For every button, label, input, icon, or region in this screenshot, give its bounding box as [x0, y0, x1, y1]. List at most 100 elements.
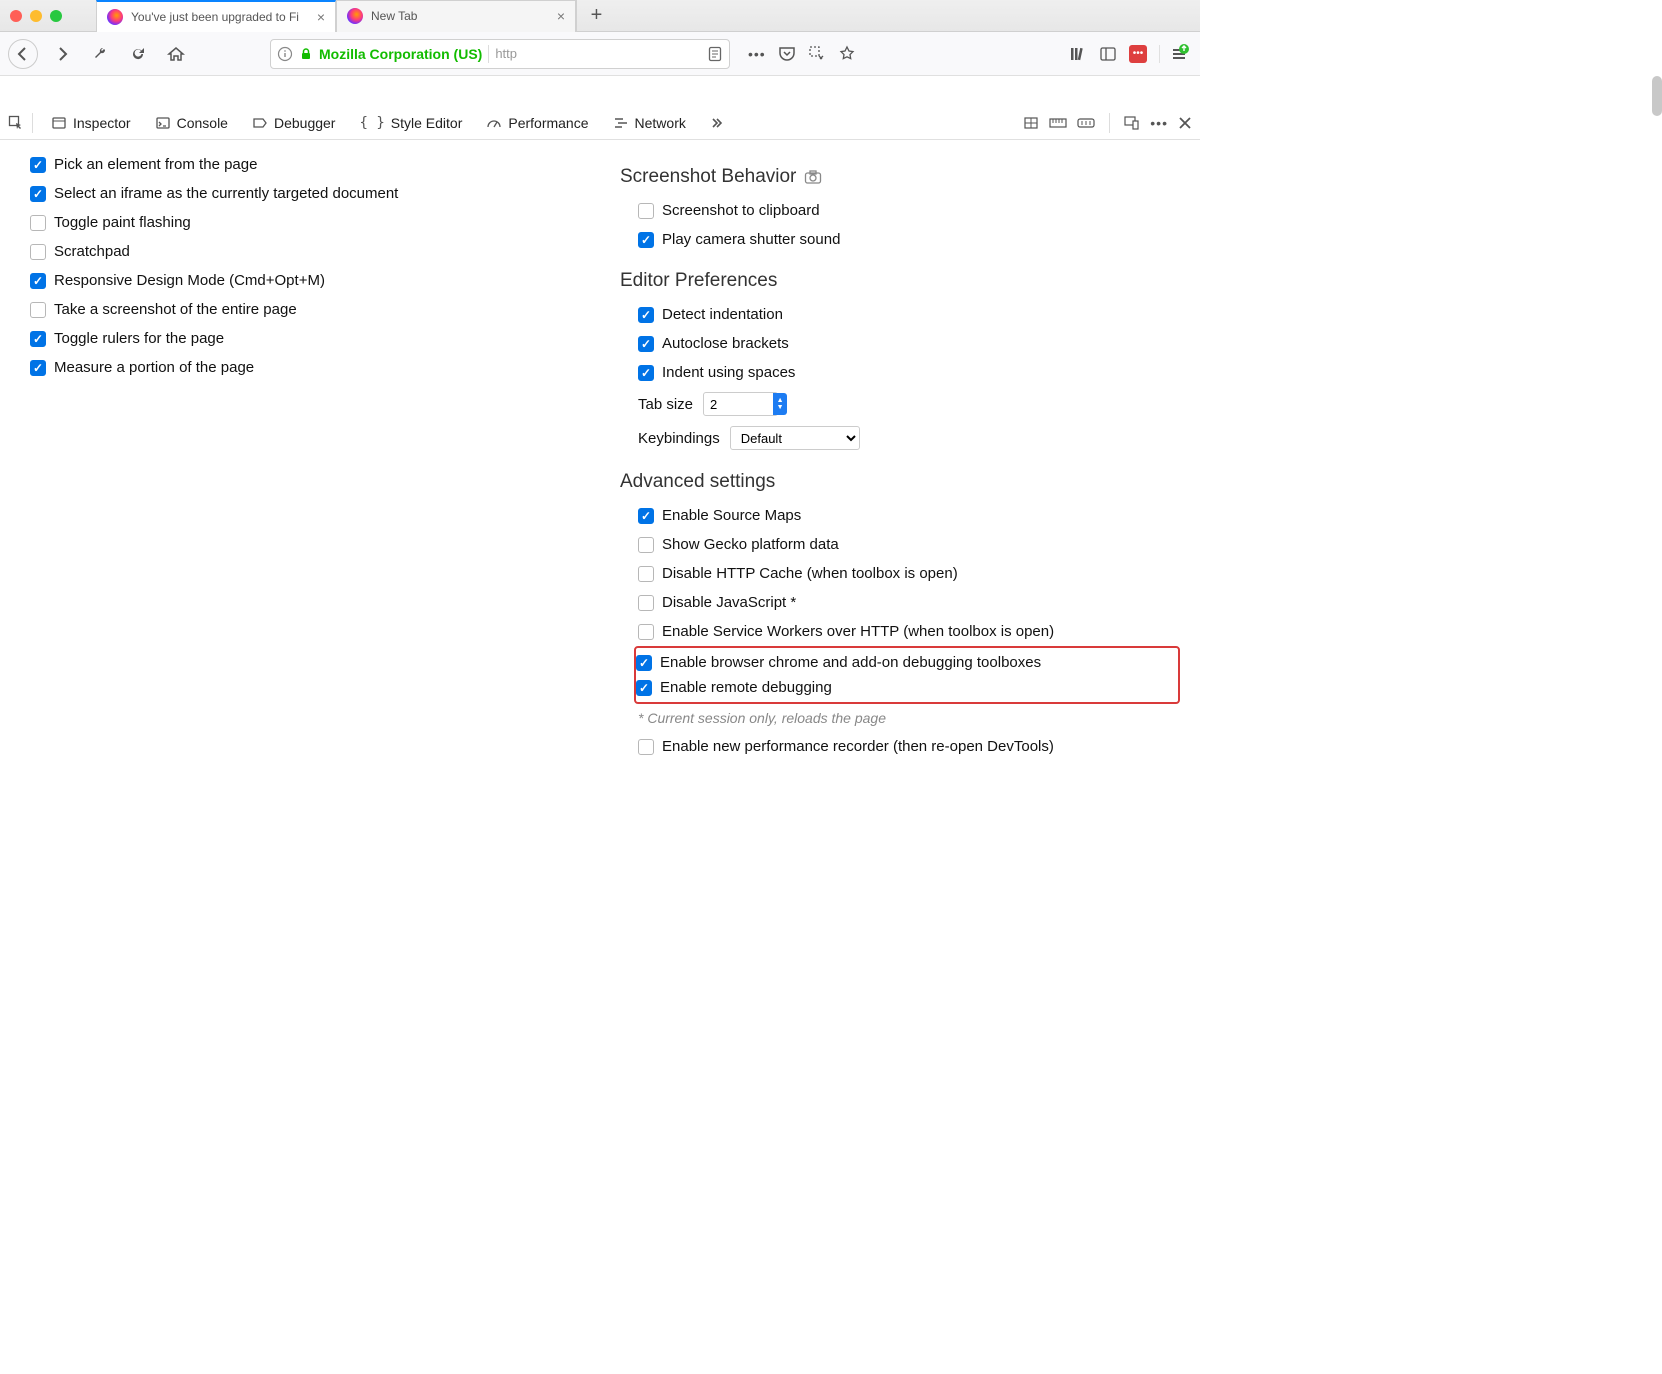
firefox-favicon-icon: [347, 8, 363, 24]
screenshot-option[interactable]: Screenshot to clipboard: [638, 196, 1180, 225]
checkbox[interactable]: [30, 157, 46, 173]
editor-option[interactable]: Indent using spaces: [638, 358, 1180, 387]
advanced-option[interactable]: Disable HTTP Cache (when toolbox is open…: [638, 559, 1180, 588]
advanced-option[interactable]: Enable Source Maps: [638, 501, 1180, 530]
checkbox[interactable]: [30, 331, 46, 347]
toolbox-button-option[interactable]: Toggle rulers for the page: [30, 324, 590, 353]
network-icon: [613, 115, 629, 131]
panel-tab-network[interactable]: Network: [603, 106, 696, 140]
checkbox[interactable]: [638, 336, 654, 352]
panel-tab-console[interactable]: Console: [145, 106, 238, 140]
toolbox-button-option[interactable]: Toggle paint flashing: [30, 208, 590, 237]
advanced-option[interactable]: Enable new performance recorder (then re…: [638, 732, 1180, 761]
checkbox[interactable]: [638, 365, 654, 381]
back-button[interactable]: [8, 39, 38, 69]
chevron-double-right-icon: [710, 116, 724, 130]
checkbox[interactable]: [638, 739, 654, 755]
library-icon[interactable]: [1069, 45, 1087, 63]
responsive-design-icon[interactable]: [1124, 115, 1140, 131]
home-button[interactable]: [162, 40, 190, 68]
tab-size-input[interactable]: [703, 392, 778, 416]
bookmark-star-icon[interactable]: [838, 45, 856, 63]
meatballs-icon[interactable]: •••: [748, 46, 766, 62]
meatballs-icon[interactable]: •••: [1150, 115, 1168, 131]
advanced-option[interactable]: Enable remote debugging: [636, 675, 1174, 700]
checkbox[interactable]: [30, 360, 46, 376]
site-identity-label: Mozilla Corporation (US): [319, 46, 482, 62]
advanced-option[interactable]: Enable Service Workers over HTTP (when t…: [638, 617, 1180, 646]
checkbox-label: Pick an element from the page: [54, 156, 257, 173]
advanced-option[interactable]: Show Gecko platform data: [638, 530, 1180, 559]
editor-option[interactable]: Autoclose brackets: [638, 329, 1180, 358]
checkbox[interactable]: [638, 203, 654, 219]
zoom-window-button[interactable]: [50, 10, 62, 22]
url-bar[interactable]: Mozilla Corporation (US) http: [270, 39, 730, 69]
screenshot-option[interactable]: Play camera shutter sound: [638, 225, 1180, 254]
info-icon[interactable]: [277, 46, 293, 62]
toolbox-button-option[interactable]: Responsive Design Mode (Cmd+Opt+M): [30, 266, 590, 295]
measure-icon[interactable]: [1077, 117, 1095, 129]
checkbox[interactable]: [638, 307, 654, 323]
iframe-selector-icon[interactable]: [1023, 115, 1039, 131]
page-scrollbar[interactable]: [1652, 76, 1662, 116]
browser-tab-active[interactable]: You've just been upgraded to Fi ×: [96, 0, 336, 32]
checkbox[interactable]: [30, 186, 46, 202]
advanced-option[interactable]: Enable browser chrome and add-on debuggi…: [636, 650, 1174, 675]
reader-mode-icon[interactable]: [707, 46, 723, 62]
checkbox-label: Select an iframe as the currently target…: [54, 185, 398, 202]
toolbox-button-option[interactable]: Measure a portion of the page: [30, 353, 590, 382]
minimize-window-button[interactable]: [30, 10, 42, 22]
window-titlebar: You've just been upgraded to Fi × New Ta…: [0, 0, 1200, 32]
wrench-icon: [92, 46, 108, 62]
panel-tab-performance[interactable]: Performance: [476, 106, 598, 140]
checkbox-label: Indent using spaces: [662, 364, 795, 381]
keybindings-select[interactable]: Default: [730, 426, 860, 450]
ruler-icon[interactable]: [1049, 116, 1067, 130]
panel-overflow[interactable]: [700, 106, 734, 140]
checkbox[interactable]: [30, 302, 46, 318]
checkbox-label: Enable Service Workers over HTTP (when t…: [662, 623, 1054, 640]
window-controls: [10, 10, 62, 22]
tab-title: You've just been upgraded to Fi: [131, 10, 299, 24]
editor-option[interactable]: Detect indentation: [638, 300, 1180, 329]
extension-badge[interactable]: •••: [1129, 45, 1147, 63]
checkbox[interactable]: [638, 566, 654, 582]
checkbox[interactable]: [636, 680, 652, 696]
camera-icon: [804, 169, 822, 185]
advanced-option[interactable]: Disable JavaScript *: [638, 588, 1180, 617]
new-tab-button[interactable]: +: [576, 0, 616, 32]
browser-tabs: You've just been upgraded to Fi × New Ta…: [96, 0, 616, 32]
element-picker-icon[interactable]: [8, 115, 24, 131]
reload-button[interactable]: [124, 40, 152, 68]
close-icon[interactable]: [1178, 116, 1192, 130]
sidebar-icon[interactable]: [1099, 45, 1117, 63]
toolbox-button-option[interactable]: Take a screenshot of the entire page: [30, 295, 590, 324]
checkbox[interactable]: [638, 232, 654, 248]
checkbox[interactable]: [30, 244, 46, 260]
home-icon: [167, 45, 185, 63]
checkbox[interactable]: [638, 595, 654, 611]
checkbox-label: Enable new performance recorder (then re…: [662, 738, 1054, 755]
panel-tab-style-editor[interactable]: { } Style Editor: [349, 106, 472, 140]
checkbox-label: Show Gecko platform data: [662, 536, 839, 553]
checkbox[interactable]: [638, 508, 654, 524]
toolbox-button-option[interactable]: Select an iframe as the currently target…: [30, 179, 590, 208]
toolbox-button-option[interactable]: Pick an element from the page: [30, 150, 590, 179]
close-tab-icon[interactable]: ×: [557, 8, 565, 24]
checkbox[interactable]: [638, 624, 654, 640]
browser-tab[interactable]: New Tab ×: [336, 0, 576, 32]
checkbox[interactable]: [30, 273, 46, 289]
toolbox-button-option[interactable]: Scratchpad: [30, 237, 590, 266]
developer-button[interactable]: [86, 40, 114, 68]
panel-tab-inspector[interactable]: Inspector: [41, 106, 141, 140]
close-tab-icon[interactable]: ×: [317, 9, 325, 25]
close-window-button[interactable]: [10, 10, 22, 22]
forward-button[interactable]: [48, 40, 76, 68]
checkbox[interactable]: [638, 537, 654, 553]
checkbox[interactable]: [30, 215, 46, 231]
screenshot-icon[interactable]: [808, 45, 826, 63]
stepper-icon[interactable]: ▲▼: [773, 393, 787, 415]
pocket-icon[interactable]: [778, 45, 796, 63]
checkbox[interactable]: [636, 655, 652, 671]
panel-tab-debugger[interactable]: Debugger: [242, 106, 346, 140]
